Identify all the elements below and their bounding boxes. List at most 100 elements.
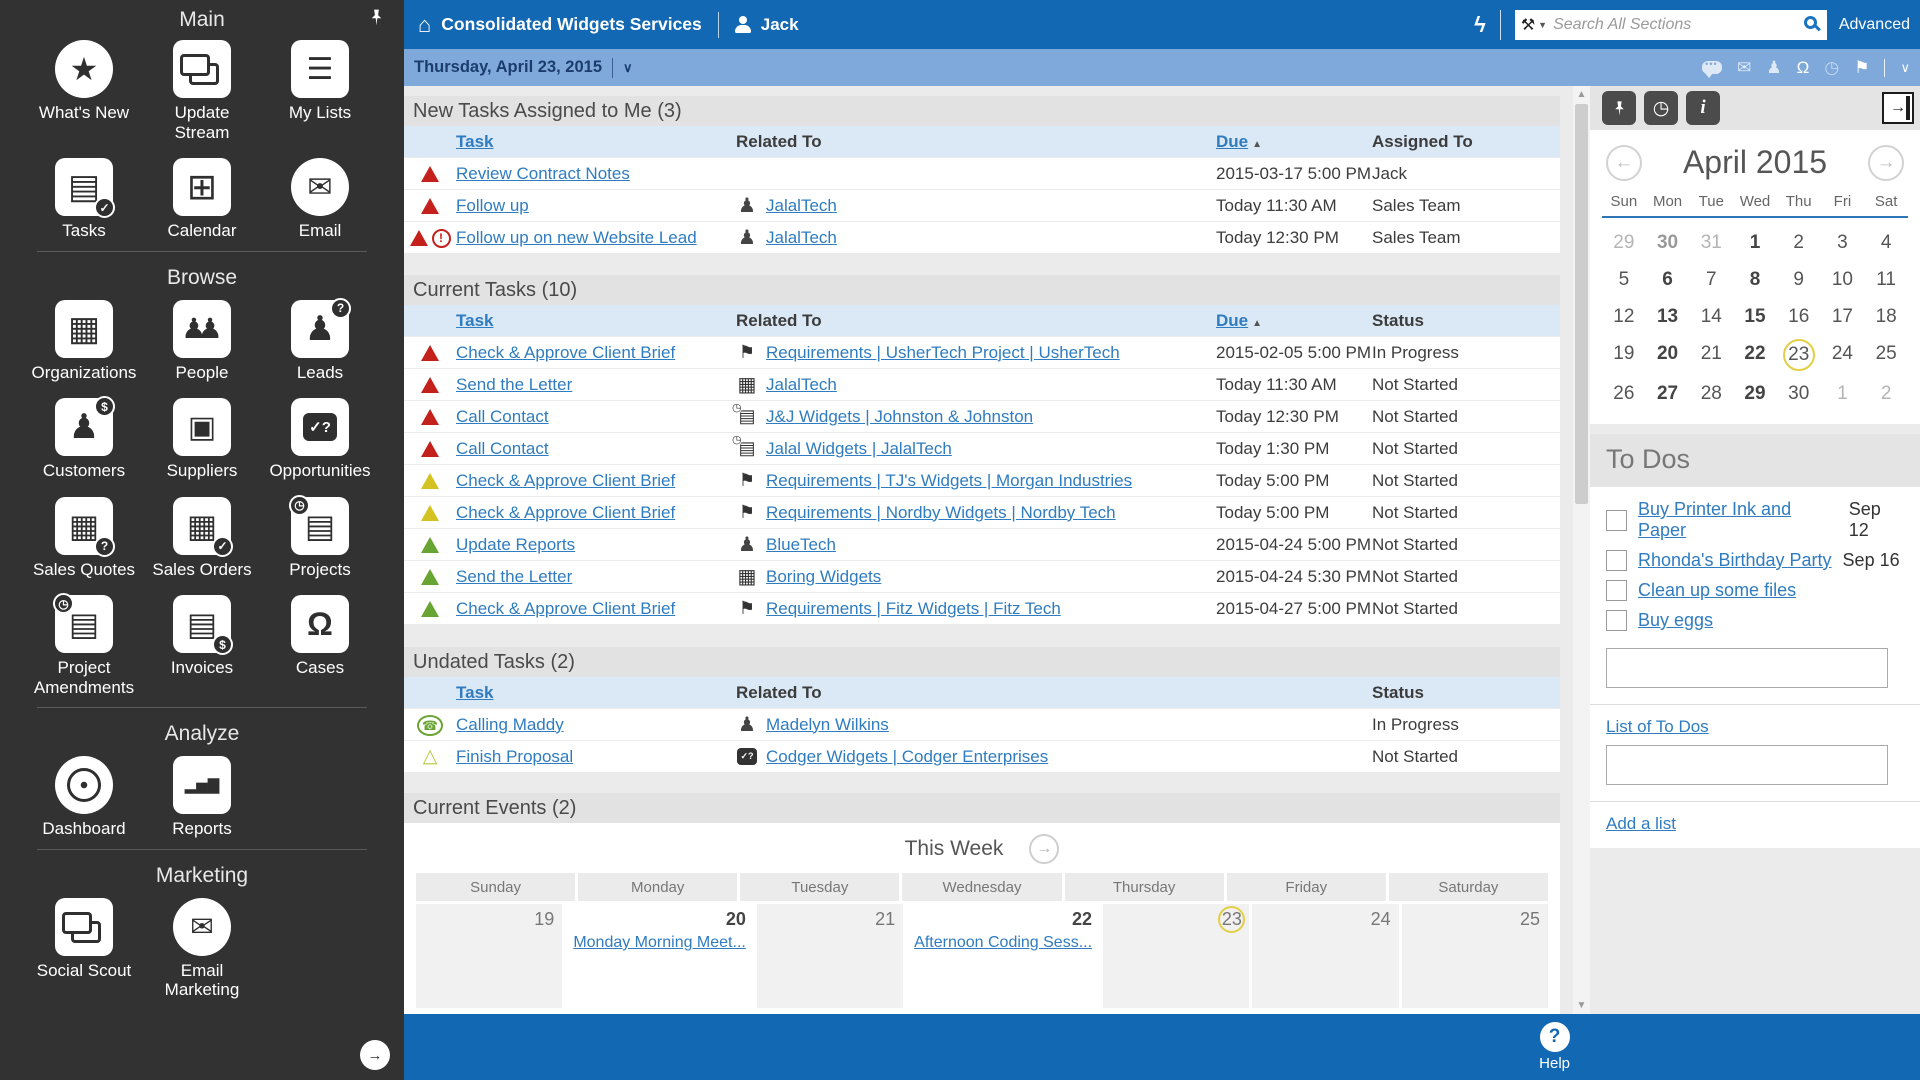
sidebar-item-cases[interactable]: Cases — [261, 595, 379, 697]
sidebar-item-invoices[interactable]: $ Invoices — [143, 595, 261, 697]
calendar-day[interactable]: 29 — [1733, 379, 1777, 408]
flag-icon[interactable]: ⚑ — [1854, 58, 1869, 78]
column-header-due[interactable]: Due — [1216, 132, 1248, 151]
todo-link[interactable]: Buy eggs — [1638, 610, 1713, 631]
chevron-down-icon[interactable]: ∨ — [1900, 60, 1910, 76]
calendar-day[interactable]: 8 — [1733, 265, 1777, 294]
sidebar-item-project-amendments[interactable]: ◷ Project Amendments — [25, 595, 143, 697]
task-link[interactable]: Finish Proposal — [456, 747, 736, 767]
sidebar-item-dashboard[interactable]: Dashboard — [25, 756, 143, 839]
pin-tool-button[interactable] — [1602, 91, 1636, 125]
search-icon[interactable] — [1804, 16, 1817, 29]
related-link[interactable]: Jalal Widgets | JalalTech — [766, 439, 952, 459]
calendar-day[interactable]: 22 — [1733, 339, 1777, 368]
todo-link[interactable]: Rhonda's Birthday Party — [1638, 550, 1832, 571]
calendar-day[interactable]: 10 — [1821, 265, 1865, 294]
calendar-day[interactable]: 17 — [1821, 302, 1865, 331]
todo-checkbox[interactable] — [1606, 510, 1627, 531]
next-week-icon[interactable]: → — [1029, 834, 1059, 864]
mail-icon[interactable]: ✉ — [1737, 58, 1751, 78]
sidebar-item-email-marketing[interactable]: Email Marketing — [143, 898, 261, 1000]
calendar-day[interactable]: 30 — [1777, 379, 1821, 408]
prev-month-icon[interactable]: ← — [1606, 145, 1642, 181]
task-link[interactable]: Check & Approve Client Brief — [456, 599, 736, 619]
related-link[interactable]: J&J Widgets | Johnston & Johnston — [766, 407, 1033, 427]
info-tool-button[interactable]: i — [1686, 91, 1720, 125]
calendar-day[interactable]: 28 — [1689, 379, 1733, 408]
scope-caret-icon[interactable]: ▼ — [1538, 20, 1547, 30]
date-dropdown-caret-icon[interactable]: ∨ — [623, 60, 633, 76]
calendar-day[interactable]: 27 — [1646, 379, 1690, 408]
task-link[interactable]: Review Contract Notes — [456, 164, 736, 184]
related-link[interactable]: Requirements | UsherTech Project | Usher… — [766, 343, 1120, 363]
calendar-day[interactable]: 23 — [1783, 339, 1815, 371]
list-of-todos-link[interactable]: List of To Dos — [1606, 717, 1904, 737]
related-link[interactable]: JalalTech — [766, 228, 837, 248]
new-todo-input[interactable] — [1606, 648, 1888, 688]
user-menu[interactable]: Jack — [735, 15, 799, 35]
home-icon[interactable]: ⌂ — [418, 12, 431, 38]
sidebar-item-update-stream[interactable]: Update Stream — [143, 40, 261, 142]
related-link[interactable]: Requirements | Fitz Widgets | Fitz Tech — [766, 599, 1061, 619]
calendar-day[interactable]: 21 — [1689, 339, 1733, 368]
sidebar-item-sales-quotes[interactable]: ? Sales Quotes — [25, 497, 143, 580]
sidebar-item-sales-orders[interactable]: ✓ Sales Orders — [143, 497, 261, 580]
task-link[interactable]: Follow up — [456, 196, 736, 216]
column-header-task[interactable]: Task — [456, 132, 736, 152]
related-link[interactable]: JalalTech — [766, 196, 837, 216]
calendar-day[interactable]: 30 — [1646, 228, 1690, 257]
calendar-day[interactable]: 3 — [1821, 228, 1865, 257]
calendar-day[interactable]: 16 — [1777, 302, 1821, 331]
calendar-day[interactable]: 7 — [1689, 265, 1733, 294]
column-header-due[interactable]: Due — [1216, 311, 1248, 330]
scroll-down-icon[interactable]: ▼ — [1573, 1000, 1590, 1011]
event-link[interactable]: Afternoon Coding Sess... — [914, 934, 1092, 952]
todo-checkbox[interactable] — [1606, 550, 1627, 571]
sidebar-item-email[interactable]: Email — [261, 158, 379, 241]
column-header-task[interactable]: Task — [456, 311, 736, 331]
sidebar-item-projects[interactable]: ◷ Projects — [261, 497, 379, 580]
todo-link[interactable]: Clean up some files — [1638, 580, 1796, 601]
calendar-day[interactable]: 13 — [1646, 302, 1690, 331]
chat-icon[interactable] — [1702, 61, 1722, 74]
sidebar-item-tasks[interactable]: ✓ Tasks — [25, 158, 143, 241]
related-link[interactable]: JalalTech — [766, 375, 837, 395]
event-link[interactable]: Monday Morning Meet... — [573, 934, 746, 952]
advanced-search-link[interactable]: Advanced — [1839, 16, 1910, 34]
app-title[interactable]: Consolidated Widgets Services — [441, 14, 701, 35]
next-month-icon[interactable]: → — [1868, 145, 1904, 181]
task-link[interactable]: Check & Approve Client Brief — [456, 471, 736, 491]
sidebar-item-opportunities[interactable]: Opportunities — [261, 398, 379, 481]
task-link[interactable]: Check & Approve Client Brief — [456, 343, 736, 363]
related-link[interactable]: Requirements | TJ's Widgets | Morgan Ind… — [766, 471, 1132, 491]
sidebar-item-whats-new[interactable]: What's New — [25, 40, 143, 142]
task-link[interactable]: Send the Letter — [456, 567, 736, 587]
task-link[interactable]: Send the Letter — [456, 375, 736, 395]
task-link[interactable]: Update Reports — [456, 535, 736, 555]
calendar-day[interactable]: 18 — [1864, 302, 1908, 331]
calendar-day[interactable]: 31 — [1689, 228, 1733, 257]
sidebar-item-my-lists[interactable]: My Lists — [261, 40, 379, 142]
pin-icon[interactable] — [367, 8, 386, 32]
user-help-icon[interactable]: ♟ — [1766, 58, 1781, 78]
calendar-day[interactable]: 12 — [1602, 302, 1646, 331]
calendar-day[interactable]: 15 — [1733, 302, 1777, 331]
calendar-day[interactable]: 24 — [1821, 339, 1865, 368]
task-link[interactable]: Check & Approve Client Brief — [456, 503, 736, 523]
todo-checkbox[interactable] — [1606, 610, 1627, 631]
related-link[interactable]: Requirements | Nordby Widgets | Nordby T… — [766, 503, 1116, 523]
calendar-day[interactable]: 25 — [1864, 339, 1908, 368]
calendar-day[interactable]: 26 — [1602, 379, 1646, 408]
scroll-up-icon[interactable]: ▲ — [1573, 89, 1590, 100]
sidebar-item-people[interactable]: People — [143, 300, 261, 383]
sidebar-item-social-scout[interactable]: Social Scout — [25, 898, 143, 1000]
related-link[interactable]: Madelyn Wilkins — [766, 715, 889, 735]
help-button[interactable]: ? Help — [1539, 1022, 1570, 1072]
calendar-day[interactable]: 19 — [1602, 339, 1646, 368]
sidebar-item-suppliers[interactable]: Suppliers — [143, 398, 261, 481]
calendar-day[interactable]: 6 — [1646, 265, 1690, 294]
sidebar-item-reports[interactable]: Reports — [143, 756, 261, 839]
sidebar-item-customers[interactable]: $ Customers — [25, 398, 143, 481]
alarm-icon[interactable]: ◷ — [1824, 58, 1839, 78]
task-link[interactable]: Follow up on new Website Lead — [456, 228, 736, 248]
